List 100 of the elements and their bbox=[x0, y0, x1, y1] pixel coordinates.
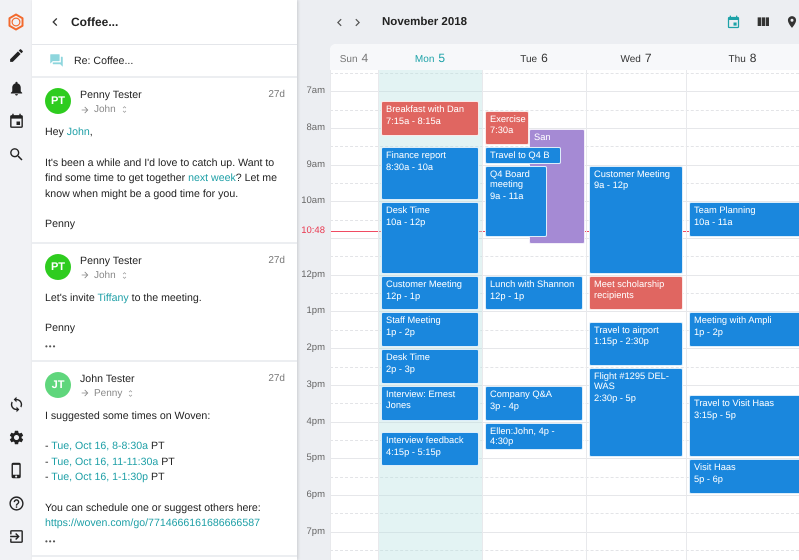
current-time-label: 10:48 bbox=[301, 224, 325, 237]
event-time: 8:30a - 10a bbox=[386, 162, 434, 173]
hour-label: 1pm bbox=[306, 305, 325, 318]
event-title: Desk Time bbox=[386, 205, 430, 216]
recipient-name[interactable]: John bbox=[94, 270, 116, 280]
hour-label: 7pm bbox=[306, 526, 325, 538]
pencil-icon[interactable] bbox=[8, 47, 24, 64]
calendar-event[interactable]: Visit Haas 5p - 6p bbox=[689, 459, 799, 494]
calendar-event[interactable]: Lunch with Shannon 12p - 1p bbox=[485, 276, 583, 310]
calendar-event[interactable]: Flight #1295 DEL-WAS 2:30p - 5p bbox=[589, 368, 683, 458]
calendar-event[interactable]: Staff Meeting 1p - 2p bbox=[381, 312, 479, 348]
inline-link[interactable]: next week bbox=[188, 172, 236, 184]
calendar-event[interactable]: Meet scholarship recipients bbox=[589, 276, 683, 310]
recipient-name[interactable]: John bbox=[94, 104, 116, 115]
event-title: Team Planning bbox=[694, 205, 756, 216]
event-title: Breakfast with Dan bbox=[386, 104, 464, 116]
calendar-icon[interactable] bbox=[8, 113, 24, 130]
more-indicator[interactable]: ••• bbox=[45, 342, 56, 352]
calendar-event[interactable]: Travel to Visit Haas 3:15p - 5p bbox=[689, 395, 799, 458]
logo[interactable] bbox=[7, 13, 25, 31]
calendar-event[interactable]: Team Planning 10a - 11a bbox=[689, 202, 799, 238]
event-title: Visit Haas bbox=[694, 462, 736, 474]
event-time: 12p - 1p bbox=[386, 290, 420, 302]
message-text: It's been a while and I'd love to catch up. Want to find some time to get together next week? Let me know when might be a good time for you. bbox=[45, 156, 278, 202]
inline-link[interactable]: John bbox=[66, 126, 90, 138]
arrow-icon bbox=[80, 388, 90, 398]
calendar-event[interactable]: Desk Time 2p - 3p bbox=[381, 349, 479, 384]
message-text: Hey John, bbox=[45, 125, 94, 140]
arrow-icon bbox=[80, 104, 90, 114]
event-title: Travel to Visit Haas bbox=[694, 398, 774, 409]
event-title: Finance report bbox=[386, 150, 446, 162]
calendar-event[interactable]: Breakfast with Dan 7:15a - 8:15a bbox=[381, 101, 479, 136]
thread-subject: Re: Coffee... bbox=[74, 54, 134, 66]
calendar-event[interactable]: Travel to airport 1:15p - 2:30p bbox=[589, 322, 683, 366]
arrow-icon bbox=[80, 270, 90, 280]
hour-label: 10am bbox=[301, 195, 325, 208]
calendar-event[interactable]: Ellen:John, 4p - 4:30p bbox=[485, 422, 583, 450]
message-text: Penny bbox=[45, 321, 76, 336]
sender-name: Penny Tester bbox=[80, 89, 143, 101]
inline-link[interactable]: Tue, Oct 16, 8-8:30a bbox=[51, 440, 148, 452]
month-title: November 2018 bbox=[382, 16, 468, 28]
calendar-event[interactable]: Interview feedback 4:15p - 5:15p bbox=[381, 432, 479, 466]
inline-link[interactable]: Tue, Oct 16, 11-11:30a bbox=[51, 456, 158, 468]
event-time: 3p - 4p bbox=[490, 400, 519, 412]
calendar-event[interactable]: Customer Meeting 9a - 12p bbox=[589, 166, 683, 274]
calendar-event[interactable]: Meeting with Ampli 1p - 2p bbox=[689, 312, 799, 348]
event-time: 9a - 12p bbox=[594, 180, 628, 192]
settings-icon[interactable] bbox=[8, 429, 24, 446]
hour-label: 12pm bbox=[301, 268, 325, 281]
event-title: Travel to airport bbox=[594, 324, 659, 336]
event-time: 10a - 11a bbox=[694, 217, 733, 228]
hour-label: 5pm bbox=[306, 452, 325, 464]
event-title: Meeting with Ampli bbox=[694, 315, 772, 326]
hour-label: 9am bbox=[306, 158, 325, 171]
calendar-event[interactable]: Interview: Ernest Jones bbox=[381, 386, 479, 421]
calendar-event[interactable]: Finance report 8:30a - 10a bbox=[381, 147, 479, 200]
message-text: I suggested some times on Woven: bbox=[45, 408, 212, 424]
event-time: 12p - 1p bbox=[490, 290, 524, 302]
inline-link[interactable]: Tiffany bbox=[97, 292, 129, 304]
message-age: 27d bbox=[268, 88, 285, 100]
event-time: 7:30a bbox=[490, 125, 514, 136]
help-icon[interactable] bbox=[8, 495, 24, 512]
day-header[interactable]: Mon 5 bbox=[378, 44, 482, 70]
hour-label: 4pm bbox=[306, 416, 325, 428]
day-header[interactable]: Tue 6 bbox=[482, 44, 586, 70]
event-time: 2:30p - 5p bbox=[594, 393, 636, 404]
event-time: 1:15p - 2:30p bbox=[594, 336, 649, 348]
event-title: Flight #1295 DEL-WAS bbox=[594, 370, 670, 392]
hour-label: 7am bbox=[306, 85, 325, 98]
event-title: Company Q&A bbox=[490, 388, 552, 400]
calendar-event[interactable]: Customer Meeting 12p - 1p bbox=[381, 276, 479, 310]
inline-link[interactable]: https://woven.com/go/7714666161686666587 bbox=[45, 517, 260, 529]
event-time: 3:15p - 5p bbox=[694, 410, 736, 421]
calendar-event[interactable]: Q4 Board meeting 9a - 11a bbox=[485, 166, 547, 238]
inline-link[interactable]: Tue, Oct 16, 1-1:30p bbox=[51, 471, 148, 483]
event-title: Interview feedback bbox=[386, 434, 464, 446]
event-title: Ellen:John, 4p - 4:30p bbox=[490, 426, 556, 448]
event-time: 4:15p - 5:15p bbox=[386, 446, 441, 458]
message-age: 27d bbox=[268, 254, 285, 266]
calendar-event[interactable]: Desk Time 10a - 12p bbox=[381, 202, 479, 274]
day-header[interactable]: Thu 8 bbox=[686, 44, 799, 70]
exit-icon[interactable] bbox=[8, 528, 24, 545]
event-title: Customer Meeting bbox=[386, 278, 462, 290]
event-time: 2p - 3p bbox=[386, 364, 415, 375]
location-pin-icon[interactable] bbox=[785, 15, 799, 29]
more-indicator[interactable]: ••• bbox=[45, 536, 56, 546]
calendar-event[interactable]: Company Q&A 3p - 4p bbox=[485, 386, 583, 421]
search-icon[interactable] bbox=[8, 146, 24, 163]
message-text: You can schedule one or suggest others here: bbox=[45, 500, 262, 516]
calendar-event[interactable]: Exercise 7:30a bbox=[485, 110, 529, 146]
recipient-name[interactable]: Penny bbox=[94, 388, 122, 398]
event-time: 1p - 2p bbox=[694, 327, 723, 338]
day-header[interactable]: Wed 7 bbox=[586, 44, 686, 70]
day-header[interactable]: Sun 4 bbox=[330, 44, 378, 70]
message-text: Let's invite Tiffany to the meeting. bbox=[45, 290, 203, 306]
event-title: Q4 Board meeting bbox=[490, 168, 531, 190]
event-title: Exercise bbox=[490, 114, 526, 124]
calendar-view-icon[interactable] bbox=[726, 14, 741, 30]
calendar-event[interactable]: Travel to Q4 B bbox=[485, 147, 561, 164]
event-title: Staff Meeting bbox=[386, 315, 441, 326]
